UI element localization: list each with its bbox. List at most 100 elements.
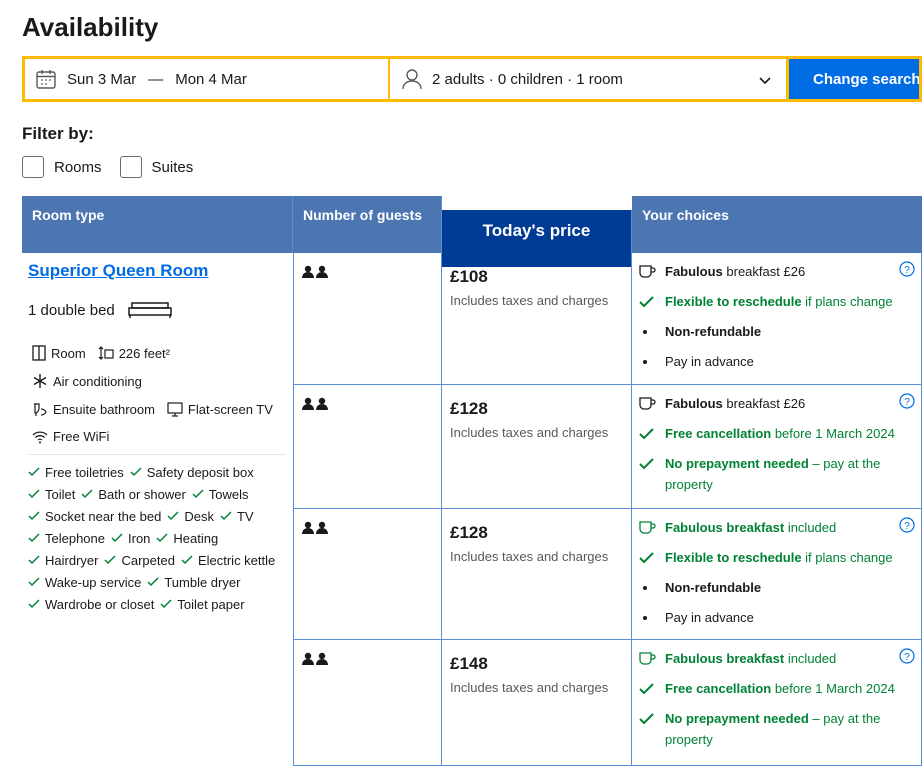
info-icon[interactable]: ? bbox=[899, 261, 915, 282]
bed-label: 1 double bed bbox=[28, 301, 115, 319]
facility-bathroom-tv: Ensuite bathroom Flat-screen TV bbox=[32, 401, 273, 417]
amenity-item: Free toiletries bbox=[28, 465, 124, 480]
amenity-row: Hairdryer Carpeted Electric kettle bbox=[28, 553, 281, 568]
choice-rest: if plans change bbox=[801, 550, 893, 565]
bullet-icon bbox=[643, 359, 647, 364]
two-guests-icon bbox=[301, 265, 329, 284]
info-icon[interactable]: ? bbox=[899, 648, 915, 669]
info-icon[interactable]: ? bbox=[899, 517, 915, 538]
breakfast-rest: breakfast £26 bbox=[722, 264, 806, 279]
amenity-label: Towels bbox=[208, 487, 249, 502]
check-icon bbox=[130, 465, 142, 480]
svg-text:?: ? bbox=[904, 265, 910, 276]
breakfast-bold: Fabulous breakfast bbox=[665, 520, 785, 535]
amenity-label: Safety deposit box bbox=[146, 465, 254, 480]
room-size: 226 feet² bbox=[118, 345, 171, 361]
filter-suites-label: Suites bbox=[151, 158, 194, 176]
choice-flexible: Flexible to reschedule if plans change bbox=[639, 291, 919, 312]
room-name-link[interactable]: Superior Queen Room bbox=[28, 261, 208, 281]
check-in-date: Sun 3 Mar bbox=[67, 70, 137, 88]
info-icon[interactable]: ? bbox=[899, 393, 915, 414]
date-picker[interactable]: Sun 3 Mar — Mon 4 Mar bbox=[22, 56, 389, 102]
rooms-checkbox[interactable] bbox=[22, 156, 44, 178]
price-note: Includes taxes and charges bbox=[450, 293, 609, 308]
cell-divider bbox=[441, 385, 442, 508]
check-icon bbox=[639, 291, 665, 312]
amenity-item: Socket near the bed bbox=[28, 509, 161, 524]
svg-text:?: ? bbox=[904, 521, 910, 532]
amenity-item: Towels bbox=[192, 487, 249, 502]
check-out-date: Mon 4 Mar bbox=[175, 70, 247, 88]
change-search-button[interactable]: Change search bbox=[789, 56, 922, 102]
breakfast-bold: Fabulous bbox=[665, 396, 723, 411]
cell-divider bbox=[441, 640, 442, 765]
choice-cancellation: Free cancellation before 1 March 2024 bbox=[639, 678, 919, 699]
choice-bold: No prepayment needed bbox=[665, 456, 809, 471]
amenity-item: Wake-up service bbox=[28, 575, 141, 590]
check-icon bbox=[81, 487, 93, 502]
coffee-cup-icon bbox=[639, 648, 665, 669]
amenity-item: Iron bbox=[111, 531, 150, 546]
check-icon bbox=[147, 575, 159, 590]
check-icon bbox=[28, 553, 40, 568]
amenity-item: Electric kettle bbox=[181, 553, 275, 568]
amenity-label: Toilet paper bbox=[177, 597, 245, 612]
facility-wifi: Free WiFi bbox=[32, 429, 109, 444]
coffee-cup-icon bbox=[639, 517, 665, 538]
choice-rest: – pay at the bbox=[808, 711, 881, 726]
guests-selector[interactable]: 2 adults · 0 children · 1 room bbox=[389, 56, 789, 102]
bathroom-label: Ensuite bathroom bbox=[53, 401, 155, 417]
amenity-item: Tumble dryer bbox=[147, 575, 240, 590]
price: £148 bbox=[450, 654, 488, 673]
table-row: £128 Includes taxes and charges Fabulous… bbox=[293, 509, 922, 640]
page-title: Availability bbox=[22, 12, 159, 42]
coffee-cup-icon bbox=[639, 393, 665, 414]
amenity-label: Toilet bbox=[45, 487, 76, 502]
check-icon bbox=[28, 597, 40, 612]
choice-breakfast: Fabulous breakfast included bbox=[639, 648, 919, 669]
amenity-label: TV bbox=[236, 509, 254, 524]
table-row: £148 Includes taxes and charges Fabulous… bbox=[293, 640, 922, 766]
cell-divider bbox=[441, 253, 442, 384]
availability-table: Room type Number of guests Today's price… bbox=[22, 196, 922, 766]
suites-checkbox[interactable] bbox=[119, 156, 142, 178]
amenity-label: Heating bbox=[173, 531, 219, 546]
amenity-item: Heating bbox=[156, 531, 218, 546]
filter-rooms-label: Rooms bbox=[54, 158, 102, 176]
tv-icon bbox=[167, 401, 183, 417]
check-icon bbox=[28, 465, 40, 480]
check-icon bbox=[104, 553, 116, 568]
facility-aircon: Air conditioning bbox=[32, 373, 142, 389]
choice-prepayment: No prepayment needed – pay at the propert… bbox=[639, 453, 919, 495]
amenity-row: Toilet Bath or shower Towels bbox=[28, 487, 255, 502]
filter-suites[interactable]: Suites bbox=[119, 156, 194, 178]
amenity-row: Wardrobe or closet Toilet paper bbox=[28, 597, 251, 612]
snowflake-icon bbox=[32, 373, 48, 389]
choice-bold: Free cancellation bbox=[665, 426, 772, 441]
breakfast-bold: Fabulous bbox=[665, 264, 723, 279]
amenity-label: Desk bbox=[184, 509, 214, 524]
check-icon bbox=[181, 553, 193, 568]
amenity-item: Bath or shower bbox=[81, 487, 186, 502]
amenity-label: Hairdryer bbox=[45, 553, 99, 568]
choice-rest: if plans change bbox=[801, 294, 893, 309]
cell-divider bbox=[441, 509, 442, 639]
amenity-item: TV bbox=[220, 509, 254, 524]
amenity-label: Socket near the bed bbox=[45, 509, 162, 524]
price-note: Includes taxes and charges bbox=[450, 680, 609, 695]
amenity-label: Wardrobe or closet bbox=[45, 597, 155, 612]
choice-line2: property bbox=[665, 477, 713, 492]
header-number-of-guests: Number of guests bbox=[293, 196, 442, 253]
price-note: Includes taxes and charges bbox=[450, 425, 609, 440]
choice-refund: Non-refundable bbox=[639, 577, 919, 598]
check-icon bbox=[220, 509, 232, 524]
bullet-icon bbox=[643, 585, 647, 590]
check-icon bbox=[639, 708, 665, 729]
bullet-icon bbox=[643, 615, 647, 620]
date-separator: — bbox=[148, 70, 164, 88]
amenity-label: Tumble dryer bbox=[164, 575, 241, 590]
filter-rooms[interactable]: Rooms bbox=[22, 156, 102, 178]
check-icon bbox=[111, 531, 123, 546]
check-icon bbox=[167, 509, 179, 524]
check-icon bbox=[639, 547, 665, 568]
